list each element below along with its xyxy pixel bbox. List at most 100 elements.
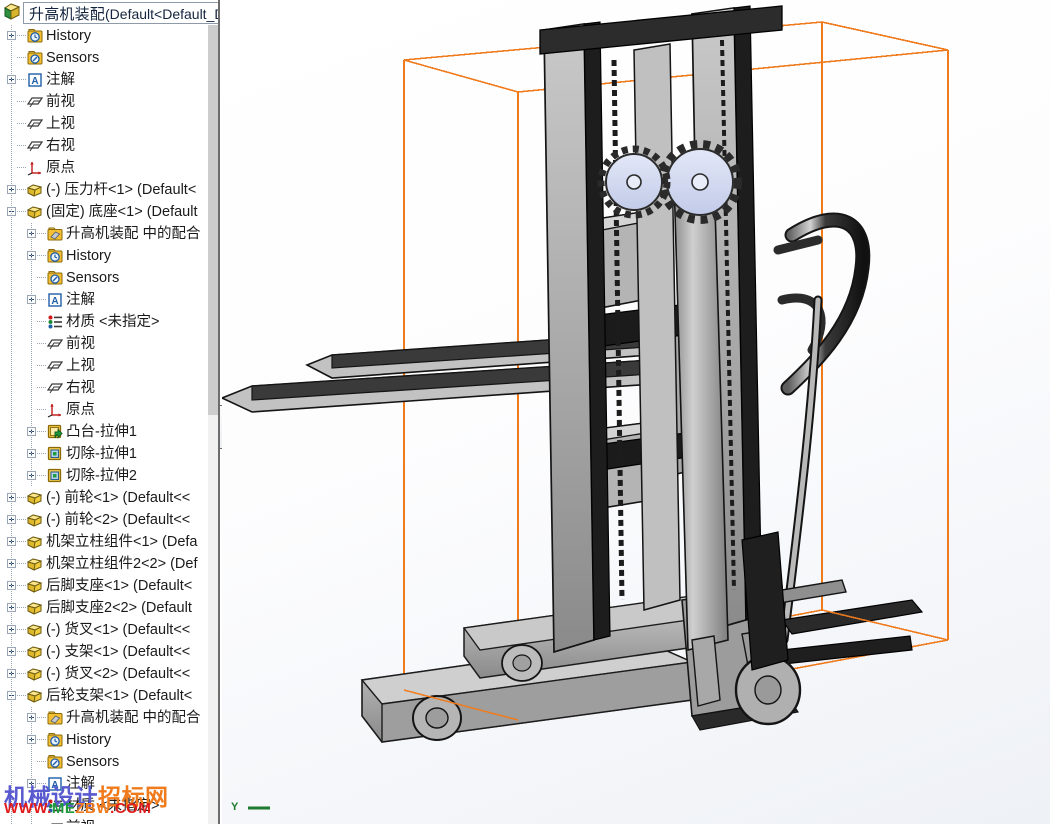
plane-icon [26,94,44,110]
tree-item[interactable]: Sensors [0,751,218,773]
tree-item[interactable]: 切除-拉伸2 [0,465,218,487]
tree-item[interactable]: 原点 [0,399,218,421]
tree-connector [17,497,26,498]
tree-connector [37,299,46,300]
tree-connector [37,805,46,806]
tree-item-label: (-) 前轮<2> (Default<< [46,512,191,528]
plane-icon [47,820,64,824]
tree-item[interactable]: 机架立柱组件2<2> (Def [0,553,218,575]
tree-guide-line [31,707,32,824]
tree-item-label: Sensors [66,270,120,286]
graphics-viewport[interactable]: Y [222,0,1050,824]
tree-item[interactable]: A 注解 [0,69,218,91]
assembly-icon [2,2,22,22]
tree-item[interactable]: 前视 [0,333,218,355]
tree-item-label: 原点 [66,402,95,418]
tree-item-label: 前视 [66,817,95,824]
tree-item-label: 上视 [66,358,95,374]
tree-item[interactable]: 材质 <未指定> [0,795,218,817]
tree-item-label: 材质 <未指定> [66,798,160,814]
tree-item[interactable]: (-) 货叉<1> (Default<< [0,619,218,641]
origin-icon [47,402,63,418]
tree-connector [17,651,26,652]
tree-scrollbar-thumb[interactable] [208,25,218,415]
tree-item[interactable]: (-) 前轮<1> (Default<< [0,487,218,509]
tree-item[interactable]: 前视 [0,91,218,113]
tree-item[interactable]: 右视 [0,377,218,399]
tree-item[interactable]: (-) 前轮<2> (Default<< [0,509,218,531]
origin-icon [27,160,43,176]
tree-item[interactable]: (-) 支架<1> (Default<< [0,641,218,663]
tree-item[interactable]: 升高机装配 中的配合 [0,707,218,729]
tree-item[interactable]: 原点 [0,157,218,179]
tree-item-label: Sensors [66,754,120,770]
tree-item-label: 切除-拉伸1 [66,446,137,462]
tree-item[interactable]: Sensors [0,267,218,289]
tree-item-label: 后脚支座2<2> (Default [46,600,192,616]
tree-item[interactable]: 材质 <未指定> [0,311,218,333]
sensors-icon [27,50,43,66]
tree-connector [17,79,26,80]
svg-text:A: A [51,780,58,791]
tree-item-label: Sensors [46,50,100,66]
mates-folder-icon [47,710,63,726]
assembly-title-bar[interactable]: 升高机装配(Default<Default_Display State-1>) [23,2,218,24]
sensors-icon [47,270,63,286]
tree-item[interactable]: (-) 压力杆<1> (Default< [0,179,218,201]
tree-item[interactable]: (固定) 底座<1> (Default [0,201,218,223]
tree-item-label: 原点 [46,160,75,176]
tree-item[interactable]: 后脚支座<1> (Default< [0,575,218,597]
tree-connector [17,189,26,190]
tree-item-label: 前视 [66,336,95,352]
tree-item[interactable]: 切除-拉伸1 [0,443,218,465]
tree-connector [17,541,26,542]
tree-item-label: (-) 前轮<1> (Default<< [46,490,191,506]
plane-icon [46,336,64,352]
annotations-icon: A [47,292,63,308]
boss-extrude-icon [47,424,63,440]
tree-connector [37,255,46,256]
tree-item[interactable]: 后脚支座2<2> (Default [0,597,218,619]
tree-item[interactable]: 前视 [0,817,218,824]
part-icon [26,578,43,594]
coordinate-triad: Y [230,796,290,822]
tree-connector [17,35,26,36]
tree-connector [37,783,46,784]
tree-item[interactable]: History [0,25,218,47]
tree-item[interactable]: History [0,729,218,751]
tree-connector [17,673,26,674]
history-clock-icon [27,28,43,44]
model-3d-view [222,5,949,743]
tree-connector [37,431,46,432]
tree-item[interactable]: A 注解 [0,289,218,311]
tree-connector [17,585,26,586]
tree-item-label: 注解 [66,292,95,308]
tree-item[interactable]: A 注解 [0,773,218,795]
tree-item[interactable]: 上视 [0,113,218,135]
tree-item-label: 后脚支座<1> (Default< [46,578,193,594]
tree-item[interactable]: 凸台-拉伸1 [0,421,218,443]
tree-item[interactable]: 右视 [0,135,218,157]
tree-item[interactable]: (-) 货叉<2> (Default<< [0,663,218,685]
tree-connector [37,453,46,454]
plane-icon [46,380,64,396]
tree-item-label: (-) 货叉<2> (Default<< [46,666,191,682]
tree-item[interactable]: History [0,245,218,267]
tree-connector [17,57,26,58]
plane-icon [26,116,44,132]
annotations-icon: A [47,776,63,792]
tree-item[interactable]: 上视 [0,355,218,377]
part-icon [26,534,43,550]
feature-tree[interactable]: History Sensors A 注解 前视 上视 右视 原点 (-) 压力杆<1> (Def… [0,25,218,824]
tree-item-label: 后轮支架<1> (Default< [46,688,193,704]
part-icon [26,600,43,616]
tree-item[interactable]: 后轮支架<1> (Default< [0,685,218,707]
part-icon [26,644,43,660]
tree-item[interactable]: 升高机装配 中的配合 [0,223,218,245]
tree-connector [17,167,26,168]
tree-connector [37,321,46,322]
tree-item[interactable]: 机架立柱组件<1> (Defa [0,531,218,553]
tree-connector [37,739,46,740]
history-clock-icon [47,732,63,748]
tree-item[interactable]: Sensors [0,47,218,69]
